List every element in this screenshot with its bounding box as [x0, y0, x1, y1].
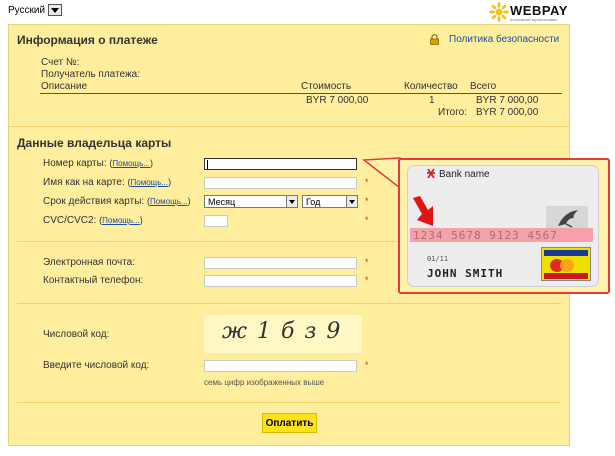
year-select-value: Год: [306, 196, 321, 207]
webpay-logo: WEBPAY платежный мультисервис: [489, 2, 609, 24]
red-arrow-icon: [413, 196, 433, 226]
cvc-help-link[interactable]: Помощь...: [102, 216, 140, 225]
card-number-help-link[interactable]: Помощь...: [112, 159, 150, 168]
captcha-input[interactable]: [204, 360, 357, 372]
email-required: *: [365, 257, 369, 267]
phone-label: Контактный телефон:: [43, 275, 144, 286]
security-policy-link[interactable]: Политика безопасности: [430, 34, 559, 45]
chevron-down-icon: [346, 196, 357, 207]
logo-subtitle: платежный мультисервис: [510, 17, 558, 22]
bank-logo-icon: [427, 169, 435, 178]
dove-hologram-icon: [558, 210, 578, 228]
payment-info-title: Информация о платеже: [17, 33, 158, 47]
captcha-text: ж1бз9: [222, 319, 351, 344]
col-cost: Стоимость: [301, 81, 352, 92]
email-label: Электронная почта:: [43, 257, 136, 268]
card-number-label: Номер карты:: [43, 158, 107, 169]
cardholder-title: Данные владельца карты: [17, 136, 172, 150]
text-cursor: [207, 160, 208, 169]
lock-icon: [430, 34, 439, 45]
recipient-label: Получатель платежа:: [41, 69, 140, 80]
chevron-down-icon: [286, 196, 297, 207]
section-separator: [17, 303, 561, 304]
language-select-value: Русский: [8, 4, 46, 16]
captcha-required: *: [365, 360, 369, 370]
col-description: Описание: [41, 81, 88, 92]
payment-system-logo: [541, 247, 591, 281]
card-name-help-link[interactable]: Помощь...: [131, 178, 169, 187]
cvc-required: *: [365, 215, 369, 225]
card-name-label: Имя как на карте:: [43, 177, 125, 188]
sample-card-holder: JOHN SMITH: [427, 267, 504, 280]
expiry-month-select[interactable]: Месяц: [204, 195, 298, 208]
col-total: Всего: [470, 81, 497, 92]
card-name-input[interactable]: [204, 177, 357, 189]
chevron-down-icon[interactable]: [48, 4, 63, 16]
card-number-row: Номер карты: (Помощь...): [43, 158, 153, 169]
security-policy-label: Политика безопасности: [449, 34, 560, 45]
captcha-hint: семь цифр изображенных выше: [204, 378, 325, 387]
card-number-input[interactable]: [204, 158, 357, 170]
expiry-row: Срок действия карты: (Помощь...): [43, 196, 191, 207]
sample-card-expiry: 01/11: [427, 255, 449, 263]
expiry-label: Срок действия карты:: [43, 196, 145, 207]
cvc-row: CVC/CVC2: (Помощь...): [43, 215, 143, 226]
logo-text: WEBPAY: [510, 3, 568, 18]
expiry-help-link[interactable]: Помощь...: [150, 197, 188, 206]
email-input[interactable]: [204, 257, 357, 269]
language-select[interactable]: Русский: [8, 4, 63, 16]
row-cost: BYR 7 000,00: [306, 95, 369, 106]
account-label: Счет №:: [41, 57, 80, 68]
row-total: BYR 7 000,00: [476, 95, 539, 106]
grand-total-label: Итого:: [438, 107, 467, 118]
section-separator: [17, 402, 561, 403]
col-quantity: Количество: [404, 81, 458, 92]
captcha-image: ж1бз9: [204, 315, 362, 353]
expiry-year-select[interactable]: Год: [302, 195, 358, 208]
grand-total-value: BYR 7 000,00: [476, 107, 539, 118]
expiry-required: *: [365, 196, 369, 206]
card-name-row: Имя как на карте: (Помощь...): [43, 177, 172, 188]
sun-logo-icon: [489, 2, 509, 22]
row-quantity: 1: [429, 95, 435, 106]
pay-button[interactable]: Оплатить: [262, 413, 317, 433]
bank-name: Bank name: [439, 169, 490, 180]
phone-input[interactable]: [204, 275, 357, 287]
captcha-label: Числовой код:: [43, 329, 110, 340]
sample-card-number: 1234 5678 9123 4567: [413, 229, 558, 242]
section-separator: [9, 126, 569, 127]
captcha-input-label: Введите числовой код:: [43, 360, 150, 371]
month-select-value: Месяц: [208, 196, 236, 207]
phone-required: *: [365, 275, 369, 285]
hologram: [546, 206, 588, 230]
table-divider: [40, 93, 562, 94]
cvc-label: CVC/CVC2:: [43, 215, 97, 226]
cvc-input[interactable]: [204, 215, 228, 227]
